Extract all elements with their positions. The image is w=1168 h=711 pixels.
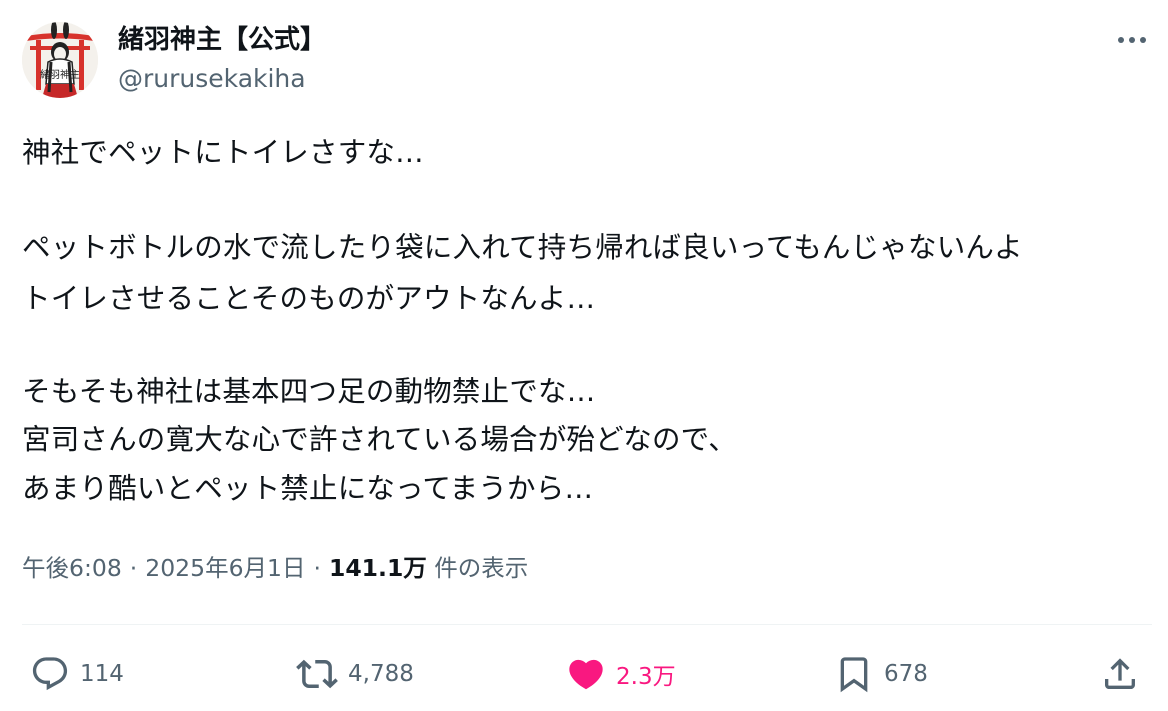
heart-filled-icon (569, 659, 603, 690)
reply-button[interactable]: 114 (30, 646, 124, 702)
views-label[interactable]: 件の表示 (434, 554, 528, 582)
retweet-count: 4,788 (348, 661, 414, 687)
views-count[interactable]: 141.1万 (329, 554, 427, 582)
share-icon (1105, 658, 1135, 689)
tweet-line: 宮司さんの寛大な心で許されている場合が殆どなので、 (22, 423, 737, 456)
divider (22, 624, 1152, 625)
tweet-line: そもそも神社は基本四つ足の動物禁止でな… (22, 375, 596, 408)
meta-separator: · (129, 554, 138, 582)
more-dot-icon (1129, 37, 1135, 43)
share-button[interactable] (1100, 646, 1140, 702)
like-count: 2.3万 (616, 664, 676, 690)
more-options-button[interactable] (1108, 26, 1156, 54)
tweet-meta: 午後6:08 · 2025年6月1日 · 141.1万 件の表示 (22, 550, 528, 586)
bookmark-count: 678 (884, 661, 928, 687)
display-name[interactable]: 緒羽神主【公式】 (118, 22, 326, 58)
tweet-date[interactable]: 2025年6月1日 (145, 554, 305, 582)
reply-count: 114 (80, 661, 124, 687)
like-button[interactable]: 2.3万 (566, 646, 676, 702)
meta-separator: · (313, 554, 321, 582)
bookmark-button[interactable]: 678 (834, 646, 928, 702)
avatar-torii-icon: 緒羽神主 (22, 22, 98, 98)
svg-text:緒羽神主: 緒羽神主 (40, 68, 80, 81)
tweet-line: あまり酷いとペット禁止になってまうから… (22, 472, 594, 505)
tweet-time[interactable]: 午後6:08 (22, 554, 122, 582)
more-dot-icon (1118, 37, 1124, 43)
retweet-icon (296, 659, 338, 689)
handle[interactable]: @rurusekakiha (118, 62, 306, 96)
avatar[interactable]: 緒羽神主 (22, 22, 98, 98)
tweet-line: トイレさせることそのものがアウトなんよ… (22, 282, 596, 315)
bookmark-icon (840, 657, 868, 693)
reply-icon (32, 657, 68, 691)
more-dot-icon (1140, 37, 1146, 43)
tweet-line: ペットボトルの水で流したり袋に入れて持ち帰れば良いってもんじゃないんよ (22, 231, 1023, 264)
tweet-line: 神社でペットにトイレさすな… (22, 136, 424, 169)
retweet-button[interactable]: 4,788 (296, 646, 414, 702)
action-bar: 114 4,788 2.3万 678 (0, 646, 1168, 702)
